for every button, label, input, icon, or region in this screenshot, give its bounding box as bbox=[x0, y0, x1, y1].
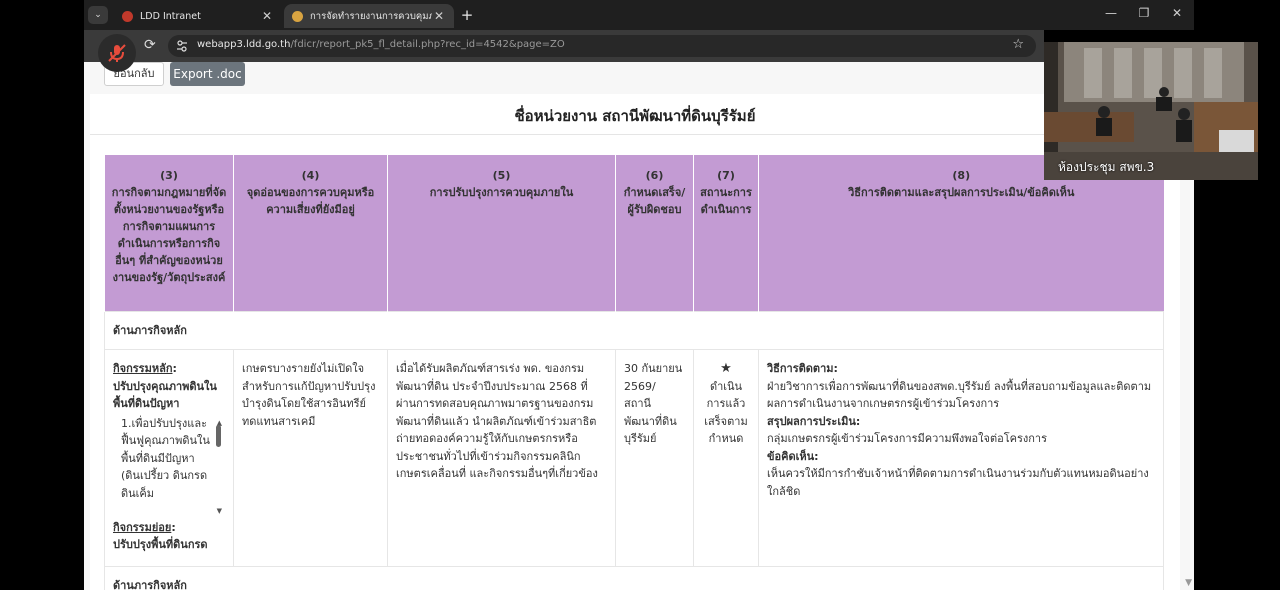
cell-follow-up: วิธีการติดตาม: ฝ่ายวิชาการเพื่อการพัฒนาท… bbox=[758, 349, 1164, 567]
tab-search-icon[interactable]: ⌄ bbox=[88, 6, 108, 24]
tab-title: LDD Intranet bbox=[140, 10, 201, 22]
cell-weakness: เกษตรบางรายยังไม่เปิดใจสำหรับการแก้ปัญหา… bbox=[233, 349, 388, 567]
restore-icon[interactable]: ❐ bbox=[1133, 6, 1155, 20]
report-table: (3) การกิจตามกฎหมายที่จัดตั้งหน่วยงานของ… bbox=[104, 155, 1164, 590]
header-col-4: (4) จุดอ่อนของการควบคุมหรือความเสี่ยงที่… bbox=[233, 155, 388, 311]
tab-close-icon[interactable]: ✕ bbox=[260, 9, 274, 23]
room-label: ห้องประชุม สพข.3 bbox=[1058, 160, 1155, 174]
tab-report[interactable]: การจัดทำรายงานการควบคุมภายใน ✕ bbox=[284, 4, 454, 28]
main-activity-label: กิจกรรมหลัก bbox=[113, 362, 173, 375]
tab-close-icon[interactable]: ✕ bbox=[432, 9, 446, 23]
cell-due: 30 กันยายน 2569/ สถานีพัฒนาที่ดินบุรีรัม… bbox=[615, 349, 694, 567]
tab-title: การจัดทำรายงานการควบคุมภายใน bbox=[310, 10, 432, 22]
report-favicon-icon bbox=[292, 10, 303, 22]
star-icon: ★ bbox=[720, 361, 732, 376]
site-settings-icon[interactable] bbox=[176, 40, 188, 52]
header-text: (8) วิธีการติดตามและสรุปผลการประเมิน/ข้อ… bbox=[848, 169, 1075, 199]
minimize-icon[interactable]: — bbox=[1100, 6, 1122, 20]
page-scroll-down-icon[interactable]: ▼ bbox=[1185, 578, 1192, 588]
section-row: ด้านภารกิจหลัก bbox=[104, 310, 1164, 350]
section-label: ด้านภารกิจหลัก bbox=[104, 310, 1164, 350]
header-col-3: (3) การกิจตามกฎหมายที่จัดตั้งหน่วยงานของ… bbox=[104, 155, 234, 311]
cell-improvement: เมื่อได้รับผลิตภัณฑ์สารเร่ง พด. ของกรมพั… bbox=[387, 349, 616, 567]
url-path: /fdicr/report_pk5_fl_detail.php?rec_id=4… bbox=[290, 39, 565, 50]
sub-activity: ปรับปรุงพื้นที่ดินกรด bbox=[113, 538, 208, 551]
screen: ⌄ LDD Intranet ✕ การจัดทำรายงานการควบคุม… bbox=[0, 0, 1280, 590]
web-page: ย้อนกลับ Export .doc ชื่อหน่วยงาน สถานีพ… bbox=[84, 62, 1194, 590]
objective-scrollbox[interactable]: 1.เพื่อปรับปรุงและฟื้นฟูคุณภาพดินในพื้นท… bbox=[113, 415, 223, 515]
header-text: (6) กำหนดเสร็จ/ผู้รับผิดชอบ bbox=[623, 169, 686, 216]
tab-strip: ⌄ LDD Intranet ✕ การจัดทำรายงานการควบคุม… bbox=[84, 0, 1194, 30]
window-close-icon[interactable]: ✕ bbox=[1166, 6, 1188, 20]
tab-ldd-intranet[interactable]: LDD Intranet ✕ bbox=[114, 4, 282, 28]
reload-icon[interactable]: ⟳ bbox=[144, 37, 156, 53]
url-text: webapp3.ldd.go.th/fdicr/report_pk5_fl_de… bbox=[197, 39, 565, 50]
objective-text: 1.เพื่อปรับปรุงและฟื้นฟูคุณภาพดินในพื้นท… bbox=[121, 416, 210, 500]
main-activity: ปรับปรุงคุณภาพดินในพื้นที่ดินปัญหา bbox=[113, 379, 217, 411]
export-doc-button[interactable]: Export .doc bbox=[170, 62, 245, 86]
right-dark-panel bbox=[1194, 180, 1280, 590]
comment-label: ข้อคิดเห็น: bbox=[767, 449, 819, 463]
follow-text: ฝ่ายวิชาการเพื่อการพัฒนาที่ดินของสพด.บุร… bbox=[767, 379, 1152, 411]
summary-text: กลุ่มเกษตรกรผู้เข้าร่วมโครงการมีความพึงพ… bbox=[767, 432, 1048, 445]
section-label: ด้านภารกิจหลัก bbox=[104, 566, 1164, 590]
scroll-down-icon[interactable]: ▼ bbox=[217, 503, 222, 515]
divider bbox=[90, 134, 1180, 135]
ldd-favicon-icon bbox=[122, 10, 133, 22]
header-col-6: (6) กำหนดเสร็จ/ผู้รับผิดชอบ bbox=[615, 155, 694, 311]
mic-muted-icon[interactable] bbox=[98, 34, 136, 72]
bookmark-star-icon[interactable]: ☆ bbox=[1012, 37, 1024, 52]
address-bar[interactable]: webapp3.ldd.go.th/fdicr/report_pk5_fl_de… bbox=[168, 35, 1036, 57]
cell-status: ★ ดำเนินการแล้วเสร็จตามกำหนด bbox=[693, 349, 759, 567]
comment-text: เห็นควรให้มีการกำชับเจ้าหน้าที่ติดตามการ… bbox=[767, 467, 1149, 498]
sub-activity-label: กิจกรรมย่อย bbox=[113, 520, 172, 534]
section-row: ด้านภารกิจหลัก bbox=[104, 566, 1164, 590]
header-col-7: (7) สถานะการดำเนินการ bbox=[693, 155, 759, 311]
summary-label: สรุปผลการประเมิน: bbox=[767, 414, 861, 428]
report-content: ชื่อหน่วยงาน สถานีพัฒนาที่ดินบุรีรัมย์ (… bbox=[90, 94, 1180, 590]
header-text: (5) การปรับปรุงการควบคุมภายใน bbox=[429, 169, 574, 199]
header-text: (4) จุดอ่อนของการควบคุมหรือความเสี่ยงที่… bbox=[246, 169, 375, 216]
header-text: (3) การกิจตามกฎหมายที่จัดตั้งหน่วยงานของ… bbox=[111, 169, 227, 284]
browser-toolbar: ⟳ webapp3.ldd.go.th/fdicr/report_pk5_fl_… bbox=[84, 30, 1044, 72]
url-domain: webapp3.ldd.go.th bbox=[197, 39, 291, 50]
org-title: ชื่อหน่วยงาน สถานีพัฒนาที่ดินบุรีรัมย์ bbox=[514, 107, 756, 125]
new-tab-icon[interactable]: + bbox=[459, 6, 475, 24]
header-text: (7) สถานะการดำเนินการ bbox=[700, 169, 752, 216]
scroll-thumb[interactable] bbox=[216, 424, 221, 447]
meeting-video-feed: ห้องประชุม สพข.3 bbox=[1044, 42, 1258, 180]
cell-activity: กิจกรรมหลัก: ปรับปรุงคุณภาพดินในพื้นที่ด… bbox=[104, 349, 234, 567]
header-col-5: (5) การปรับปรุงการควบคุมภายใน bbox=[387, 155, 616, 311]
follow-label: วิธีการติดตาม: bbox=[767, 362, 838, 375]
table-row: กิจกรรมหลัก: ปรับปรุงคุณภาพดินในพื้นที่ด… bbox=[104, 349, 1164, 567]
status-text: ดำเนินการแล้วเสร็จตามกำหนด bbox=[704, 379, 748, 446]
table-header-row: (3) การกิจตามกฎหมายที่จัดตั้งหน่วยงานของ… bbox=[104, 155, 1164, 311]
